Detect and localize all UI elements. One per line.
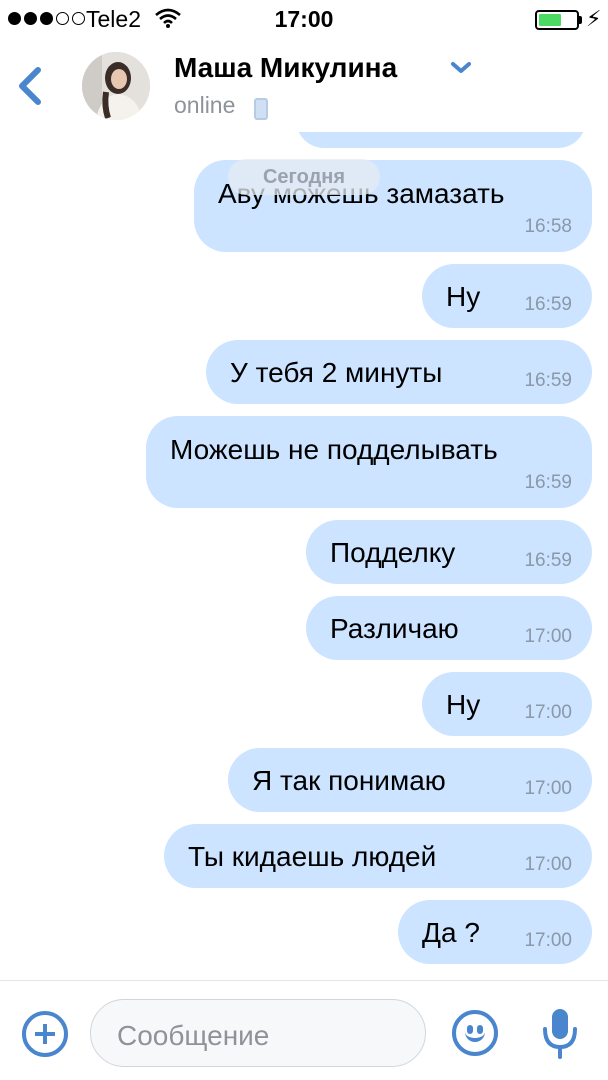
message-time: 16:59 xyxy=(524,550,572,571)
contact-name[interactable]: Маша Микулина xyxy=(174,52,397,84)
message-time: 16:59 xyxy=(524,472,572,493)
message-time: 16:58 xyxy=(524,216,572,237)
chevron-down-icon[interactable] xyxy=(450,60,472,76)
message-time: 17:00 xyxy=(524,854,572,875)
back-chevron-icon[interactable] xyxy=(10,62,50,110)
message-bubble[interactable]: Ты кидаешь людей 17:00 xyxy=(164,824,592,888)
message-text: Ну xyxy=(446,281,481,312)
message-bubble[interactable]: Ну 17:00 xyxy=(422,672,592,736)
message-time: 17:00 xyxy=(524,930,572,951)
plus-circle-icon[interactable] xyxy=(22,1011,68,1057)
emoji-icon[interactable] xyxy=(452,1010,498,1056)
date-label: Сегодня xyxy=(262,166,346,188)
message-list[interactable]: Сегодня Аву можешь замазать 16:58 Ну 16:… xyxy=(0,132,608,980)
message-input[interactable]: Сообщение xyxy=(90,999,426,1067)
message-time: 17:00 xyxy=(524,626,572,647)
avatar[interactable] xyxy=(82,52,150,120)
message-text: Ты кидаешь людей xyxy=(188,841,437,872)
message-text: Можешь не подделывать xyxy=(170,434,498,465)
message-bubble[interactable]: Подделку 16:59 xyxy=(306,520,592,584)
battery-level xyxy=(539,14,561,26)
phone-icon xyxy=(254,98,268,120)
message-text: Ну xyxy=(446,689,481,720)
message-text: Я так понимаю xyxy=(252,765,446,796)
message-text: Да ? xyxy=(422,917,480,948)
status-time: 17:00 xyxy=(274,6,334,32)
chat-header: Маша Микулина online xyxy=(0,40,608,132)
battery-icon xyxy=(535,10,579,30)
charging-bolt-icon: ⚡ xyxy=(586,6,602,31)
message-bubble-previous xyxy=(296,132,586,148)
message-composer: Сообщение xyxy=(0,980,608,1080)
message-time: 16:59 xyxy=(524,370,572,391)
message-bubble[interactable]: Можешь не подделывать 16:59 xyxy=(146,416,592,508)
message-bubble[interactable]: Да ? 17:00 xyxy=(398,900,592,964)
battery-tip xyxy=(579,16,582,24)
message-bubble[interactable]: Различаю 17:00 xyxy=(306,596,592,660)
message-bubble[interactable]: Ну 16:59 xyxy=(422,264,592,328)
message-input-placeholder: Сообщение xyxy=(117,1020,270,1051)
message-text: У тебя 2 минуты xyxy=(230,357,443,388)
message-time: 16:59 xyxy=(524,294,572,315)
message-time: 17:00 xyxy=(524,778,572,799)
status-bar: Tele2 17:00 ⚡ xyxy=(0,0,608,40)
message-bubble[interactable]: У тебя 2 минуты 16:59 xyxy=(206,340,592,404)
message-text: Различаю xyxy=(330,613,459,644)
message-bubble[interactable]: Я так понимаю 17:00 xyxy=(228,748,592,812)
message-time: 17:00 xyxy=(524,702,572,723)
presence-status: online xyxy=(174,92,236,118)
date-separator: Сегодня xyxy=(228,159,380,195)
message-text: Подделку xyxy=(330,537,456,568)
microphone-icon[interactable] xyxy=(540,1005,580,1061)
